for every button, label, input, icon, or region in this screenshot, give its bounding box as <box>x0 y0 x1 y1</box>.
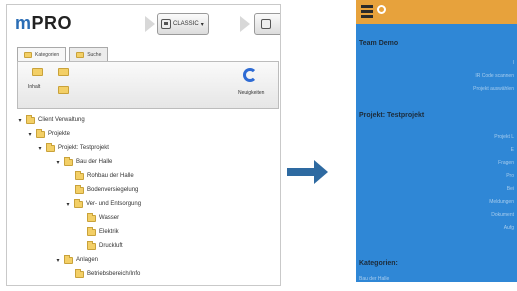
list-item[interactable]: E <box>511 147 514 153</box>
collapse-icon[interactable]: ▾ <box>27 131 33 138</box>
folder-icon <box>64 156 73 166</box>
tree-item[interactable]: ▾ Ver- und Entsorgung <box>65 198 141 209</box>
mobile-content: Team Demo I IR Code scannen Projekt ausw… <box>356 24 517 282</box>
folder-icon <box>87 240 96 250</box>
list-item[interactable]: Projekt L <box>494 134 514 140</box>
folder-icon[interactable] <box>58 68 69 76</box>
tree-item[interactable]: ▾ Bau der Halle <box>55 156 112 167</box>
breadcrumb-arrow-icon <box>240 16 250 32</box>
tree-item[interactable]: ▾ Anlagen <box>55 254 98 265</box>
collapse-icon[interactable]: ▾ <box>17 117 23 124</box>
view-icon <box>161 19 171 29</box>
list-item[interactable]: Pro <box>506 173 514 179</box>
section-title: Team Demo <box>359 40 399 47</box>
view-mode-label: CLASSIC <box>173 21 199 27</box>
tree-item[interactable]: ▾ Client Verwaltung <box>17 114 85 125</box>
folder-icon <box>87 212 96 222</box>
app-logo: mPRO <box>15 13 73 33</box>
folder-icon <box>75 184 84 194</box>
tree-item[interactable]: Druckluft <box>87 240 123 251</box>
list-item[interactable]: Bau der Halle <box>359 276 389 282</box>
breadcrumb-arrow-icon <box>145 16 155 32</box>
folder-icon <box>46 142 55 152</box>
transition-arrow-icon <box>287 168 315 176</box>
tab-kategorien[interactable]: Kategorien <box>17 47 67 61</box>
tree-item[interactable]: Rohbau der Halle <box>75 170 134 181</box>
view-icon <box>261 19 271 29</box>
folder-icon <box>74 198 83 208</box>
tab-suche[interactable]: Suche <box>69 47 109 61</box>
list-item[interactable]: Dokument <box>491 212 514 218</box>
collapse-icon[interactable]: ▾ <box>55 159 61 166</box>
folder-icon <box>36 128 45 138</box>
tree-item[interactable]: Betriebsbereich/Info <box>75 268 140 279</box>
toolbar: Inhalt Neuigkeiten <box>17 61 279 109</box>
folder-icon <box>87 226 96 236</box>
list-item[interactable]: Fragen <box>498 160 514 166</box>
tree-item[interactable]: Bodenversiegelung <box>75 184 138 195</box>
folder-icon <box>26 114 35 124</box>
menu-icon[interactable] <box>361 5 373 19</box>
collapse-icon[interactable]: ▾ <box>37 145 43 152</box>
list-item[interactable]: Projekt auswählen <box>473 86 514 92</box>
toolbar-left-label: Inhalt <box>28 84 41 90</box>
mobile-header <box>356 0 517 24</box>
tree-item[interactable]: ▾ Projekt: Testprojekt <box>37 142 109 153</box>
search-icon[interactable] <box>377 5 386 14</box>
toolbar-right-label: Neuigkeiten <box>238 90 265 96</box>
tree-item[interactable]: ▾ Projekte <box>27 128 70 139</box>
list-item[interactable]: I <box>513 60 514 66</box>
tab-bar: Kategorien Suche <box>17 47 109 61</box>
tree-item[interactable]: Wasser <box>87 212 119 223</box>
transition-arrow-icon <box>314 160 328 184</box>
refresh-icon[interactable] <box>243 68 257 82</box>
view-button[interactable] <box>254 13 280 35</box>
collapse-icon[interactable]: ▾ <box>55 257 61 264</box>
folder-icon <box>75 268 84 278</box>
list-item[interactable]: Meldungen <box>489 199 514 205</box>
folder-icon <box>76 51 85 58</box>
folder-icon[interactable] <box>58 86 69 94</box>
view-mode-select[interactable]: CLASSIC ▾ <box>157 13 209 35</box>
folder-icon <box>64 254 73 264</box>
list-item[interactable]: Aufg <box>504 225 514 231</box>
desktop-window: mPRO CLASSIC ▾ Kategorien Suche Inhalt N… <box>6 4 281 286</box>
list-item[interactable]: Bei <box>507 186 514 192</box>
section-title: Projekt: Testprojekt <box>359 112 425 119</box>
move-icon[interactable] <box>32 68 43 76</box>
tree-item[interactable]: Elektrik <box>87 226 119 237</box>
folder-icon <box>75 170 84 180</box>
mobile-window: Team Demo I IR Code scannen Projekt ausw… <box>356 0 517 282</box>
folder-icon <box>24 51 32 58</box>
list-item[interactable]: IR Code scannen <box>475 73 514 79</box>
section-title: Kategorien: <box>359 260 398 267</box>
collapse-icon[interactable]: ▾ <box>65 201 71 208</box>
